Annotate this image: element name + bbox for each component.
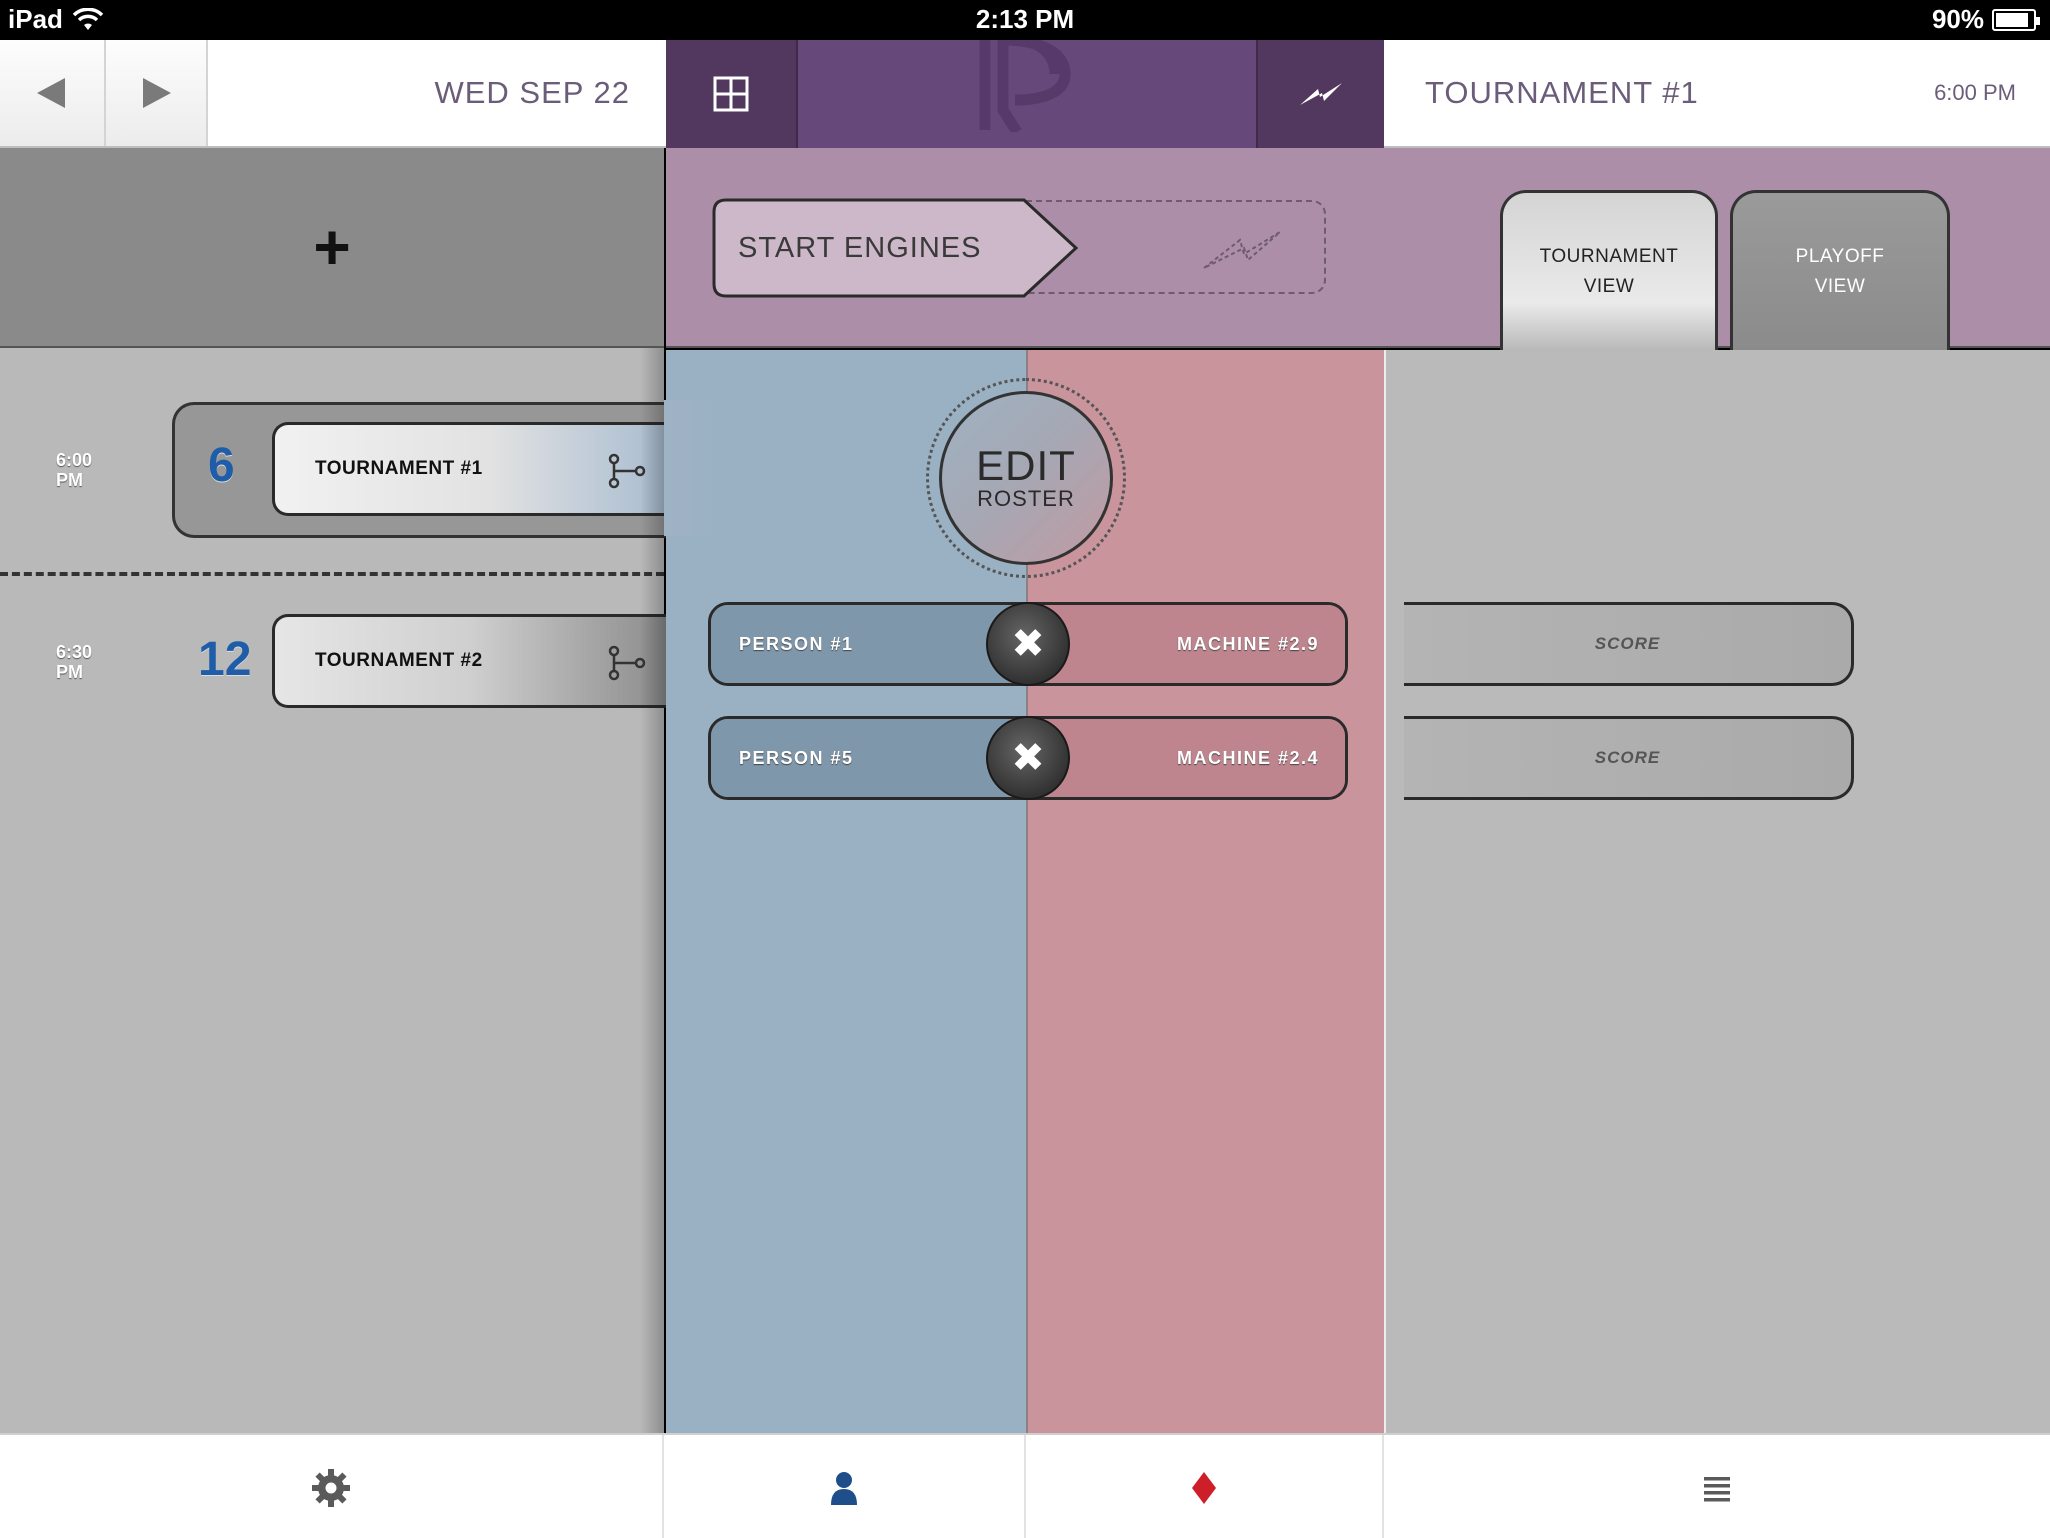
gear-icon: [312, 1468, 350, 1507]
tournament-item-1[interactable]: TOURNAMENT #1: [272, 422, 666, 516]
close-icon: ✖: [1011, 622, 1045, 666]
slot-time-1-hour: 6:00: [56, 450, 93, 470]
slot-time-2: 6:30 PM: [56, 642, 92, 682]
tournament-title: TOURNAMENT #1: [1425, 75, 1699, 110]
grid-view-button[interactable]: [666, 40, 798, 148]
person-icon: [831, 1471, 857, 1505]
battery-percent: 90%: [1931, 4, 1984, 34]
tab-tournament-view-line1: TOURNAMENT: [1539, 245, 1679, 267]
add-tournament-button[interactable]: +: [0, 148, 664, 348]
score-label: SCORE: [1594, 748, 1661, 767]
tournament-time: 6:00 PM: [1934, 80, 2016, 105]
score-label: SCORE: [1594, 634, 1661, 653]
grid-icon: [713, 76, 749, 112]
slot-count-1: 6: [208, 439, 235, 492]
score-field[interactable]: SCORE: [1404, 716, 1854, 800]
tournament-item-2[interactable]: TOURNAMENT #2: [272, 614, 666, 708]
start-engines-label: START ENGINES: [738, 232, 982, 264]
edit-roster-button[interactable]: EDIT ROSTER: [926, 378, 1126, 578]
match-row: PERSON #5 MACHINE #2.4 ✖: [708, 716, 1348, 800]
action-button[interactable]: [1256, 40, 1384, 148]
player-name: PERSON #5: [739, 748, 854, 768]
time-divider: [0, 572, 664, 576]
status-bar: 2:13 PM iPad 90%: [0, 0, 2050, 40]
logo-icon: [979, 40, 1071, 132]
remove-match-button[interactable]: ✖: [986, 602, 1070, 686]
diamond-icon: [1192, 1471, 1216, 1504]
edit-roster-line1: EDIT: [976, 442, 1076, 489]
triangle-right-icon: [143, 78, 171, 108]
slot-time-2-hour: 6:30: [56, 642, 93, 662]
selection-connector: [664, 400, 724, 536]
scores-column: [1384, 350, 2050, 1433]
lightning-outline-icon: [1203, 231, 1281, 269]
close-icon: ✖: [1011, 736, 1045, 780]
control-band: START ENGINES TOURNAMENT VIEW PLAYOFF VI…: [666, 148, 2050, 350]
remove-match-button[interactable]: ✖: [986, 716, 1070, 800]
tab-players[interactable]: [664, 1435, 1026, 1538]
plus-icon: +: [313, 211, 351, 283]
score-field[interactable]: SCORE: [1404, 602, 1854, 686]
match-row: PERSON #1 MACHINE #2.9 ✖: [708, 602, 1348, 686]
tab-playoff-view[interactable]: PLAYOFF VIEW: [1730, 190, 1950, 350]
header-left: WED SEP 22: [0, 40, 666, 146]
slot-count-2: 12: [198, 633, 252, 686]
triangle-left-icon: [37, 78, 65, 108]
edit-roster-line2: ROSTER: [977, 486, 1075, 511]
tab-machines[interactable]: [1026, 1435, 1384, 1538]
next-day-button[interactable]: [106, 40, 208, 146]
list-icon: [1704, 1476, 1730, 1501]
battery-icon: [1992, 8, 2040, 31]
tournament-item-2-label: TOURNAMENT #2: [315, 650, 483, 671]
prev-day-button[interactable]: [0, 40, 106, 146]
tournament-item-1-label: TOURNAMENT #1: [315, 458, 483, 479]
machine-name: MACHINE #2.9: [1176, 634, 1319, 654]
wifi-icon: [72, 7, 103, 30]
tab-list[interactable]: [1384, 1435, 2050, 1538]
app-logo: [960, 40, 1090, 132]
player-name: PERSON #1: [739, 634, 854, 654]
lightning-icon: [1300, 83, 1342, 105]
tab-playoff-view-line1: PLAYOFF: [1795, 245, 1885, 267]
slot-time-1-ampm: PM: [56, 470, 83, 490]
tab-tournament-view-line2: VIEW: [1583, 275, 1635, 297]
device-name: iPad: [8, 4, 63, 34]
header: WED SEP 22 TOURNAMENT #1 6:00 PM: [0, 40, 2050, 148]
status-time: 2:13 PM: [975, 4, 1075, 34]
tab-playoff-view-line2: VIEW: [1814, 275, 1866, 297]
tab-settings[interactable]: [0, 1435, 664, 1538]
start-engines-button[interactable]: START ENGINES: [712, 198, 1079, 298]
current-date: WED SEP 22: [434, 75, 630, 110]
bottom-tab-bar: [0, 1433, 2050, 1538]
tab-tournament-view[interactable]: TOURNAMENT VIEW: [1500, 190, 1718, 350]
slot-time-1: 6:00 PM: [56, 450, 92, 490]
machine-name: MACHINE #2.4: [1176, 748, 1319, 768]
column-shadow: [640, 348, 666, 1433]
slot-time-2-ampm: PM: [56, 662, 83, 682]
schedule-panel: + 6:00 PM 6 TOURNAMENT #1 6:30 PM 12 TOU…: [0, 148, 672, 1433]
